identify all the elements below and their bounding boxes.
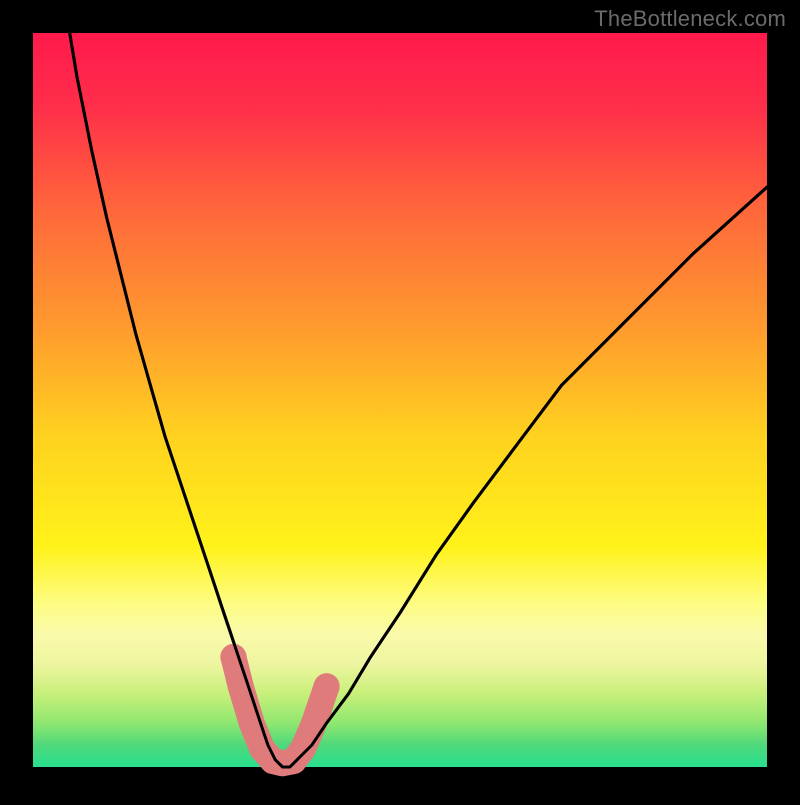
chart-container: TheBottleneck.com [0, 0, 800, 800]
bottleneck-marker-dot [314, 673, 340, 699]
bottleneck-chart [0, 0, 800, 800]
bottleneck-marker-dot [301, 710, 327, 736]
watermark-text: TheBottleneck.com [594, 6, 786, 32]
chart-plot-area [33, 33, 767, 767]
